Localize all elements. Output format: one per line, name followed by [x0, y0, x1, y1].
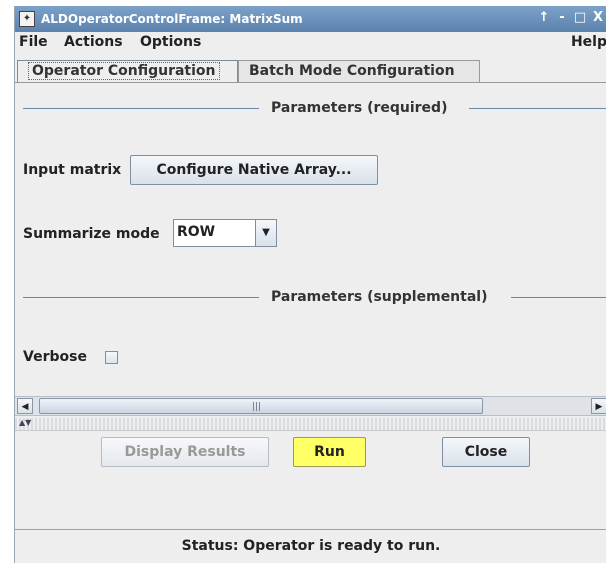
- scroll-left-icon[interactable]: ◀: [17, 398, 33, 414]
- pin-icon[interactable]: ↑: [535, 10, 553, 25]
- window-controls: ↑ - □ X: [535, 10, 606, 25]
- horizontal-scrollbar[interactable]: ◀ ||| ▶: [15, 396, 606, 416]
- app-icon: ✦: [19, 11, 35, 27]
- minimize-icon[interactable]: -: [553, 10, 571, 25]
- separator-line: [511, 297, 606, 298]
- configure-native-array-button[interactable]: Configure Native Array...: [130, 155, 378, 185]
- menu-options[interactable]: Options: [140, 34, 201, 50]
- menu-bar: File Actions Options Help: [15, 32, 606, 54]
- maximize-icon[interactable]: □: [571, 10, 589, 25]
- configuration-panel: Parameters (required) Input matrix Confi…: [15, 82, 606, 421]
- separator-line: [23, 297, 259, 298]
- summarize-mode-label: Summarize mode: [23, 226, 160, 242]
- input-matrix-label: Input matrix: [23, 162, 122, 178]
- close-button[interactable]: Close: [442, 437, 530, 467]
- split-pane-divider[interactable]: ▲▼: [15, 418, 606, 431]
- window-title: ALDOperatorControlFrame: MatrixSum: [41, 12, 303, 26]
- summarize-mode-select[interactable]: ROW ▼: [173, 219, 277, 247]
- operator-control-window: ✦ ALDOperatorControlFrame: MatrixSum ↑ - □…: [14, 6, 606, 563]
- tab-batch-mode-configuration[interactable]: Batch Mode Configuration: [238, 60, 480, 82]
- scrollbar-thumb[interactable]: |||: [39, 398, 483, 414]
- menu-help[interactable]: Help: [571, 34, 606, 50]
- grip-icon: |||: [252, 402, 262, 412]
- separator-line: [469, 108, 606, 109]
- run-button[interactable]: Run: [293, 437, 366, 467]
- menu-actions[interactable]: Actions: [64, 34, 123, 50]
- close-window-icon[interactable]: X: [589, 10, 606, 25]
- summarize-mode-value: ROW: [177, 224, 216, 240]
- verbose-checkbox[interactable]: [105, 351, 118, 364]
- status-bar: Status: Operator is ready to run.: [15, 529, 606, 563]
- verbose-label: Verbose: [23, 349, 87, 365]
- section-supplemental-title: Parameters (supplemental): [271, 289, 488, 305]
- chevron-down-icon[interactable]: ▼: [255, 220, 276, 246]
- tab-operator-configuration[interactable]: Operator Configuration: [17, 60, 238, 82]
- section-required-title: Parameters (required): [271, 100, 448, 116]
- split-arrows-icon[interactable]: ▲▼: [19, 418, 31, 427]
- title-bar[interactable]: ✦ ALDOperatorControlFrame: MatrixSum ↑ - □…: [15, 6, 606, 32]
- display-results-button[interactable]: Display Results: [101, 437, 269, 467]
- separator-line: [23, 108, 259, 109]
- scroll-right-icon[interactable]: ▶: [591, 398, 606, 414]
- menu-file[interactable]: File: [19, 34, 48, 50]
